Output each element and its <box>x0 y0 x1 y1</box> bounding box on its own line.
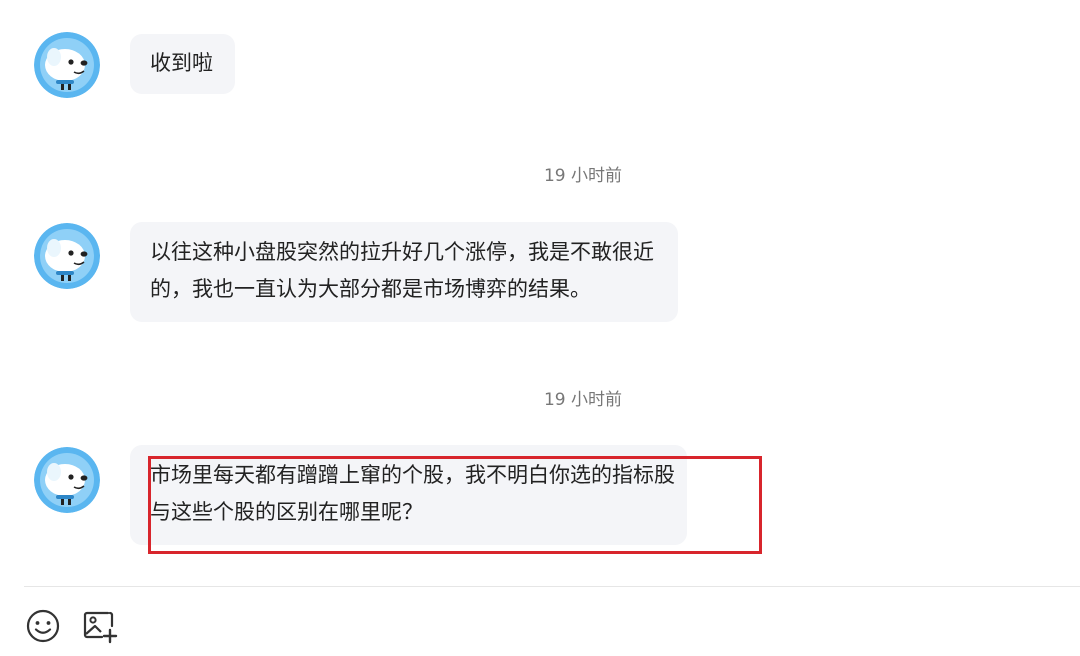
input-divider <box>24 586 1080 587</box>
message-text-line: 以往这种小盘股突然的拉升好几个涨停，我是不敢很近 <box>150 240 654 264</box>
message-text-line: 市场里每天都有蹭蹭上窜的个股，我不明白你选的指标股 <box>150 463 675 487</box>
message-text: 收到啦 <box>150 51 213 75</box>
chat-history[interactable]: 收到啦 19 小时前 以往这种小盘股突然的拉升好几个涨停，我是不敢很近 的，我也… <box>0 0 1080 586</box>
message-bubble[interactable]: 市场里每天都有蹭蹭上窜的个股，我不明白你选的指标股 与这些个股的区别在哪里呢？ <box>130 445 687 545</box>
avatar[interactable] <box>34 223 100 289</box>
message-bubble[interactable]: 收到啦 <box>130 34 235 94</box>
dog-avatar-icon <box>34 447 100 513</box>
dog-avatar-icon <box>34 223 100 289</box>
dog-avatar-icon <box>34 32 100 98</box>
add-image-icon <box>83 611 118 644</box>
timestamp: 19 小时前 <box>543 166 623 186</box>
message-text-line: 与这些个股的区别在哪里呢？ <box>150 500 423 524</box>
timestamp: 19 小时前 <box>543 390 623 410</box>
avatar[interactable] <box>34 447 100 513</box>
emoji-button[interactable] <box>24 606 64 646</box>
add-image-button[interactable] <box>80 606 120 646</box>
message-bubble[interactable]: 以往这种小盘股突然的拉升好几个涨停，我是不敢很近 的，我也一直认为大部分都是市场… <box>130 222 678 322</box>
smiley-icon <box>26 609 60 643</box>
avatar[interactable] <box>34 32 100 98</box>
message-text-line: 的，我也一直认为大部分都是市场博弈的结果。 <box>150 277 591 301</box>
